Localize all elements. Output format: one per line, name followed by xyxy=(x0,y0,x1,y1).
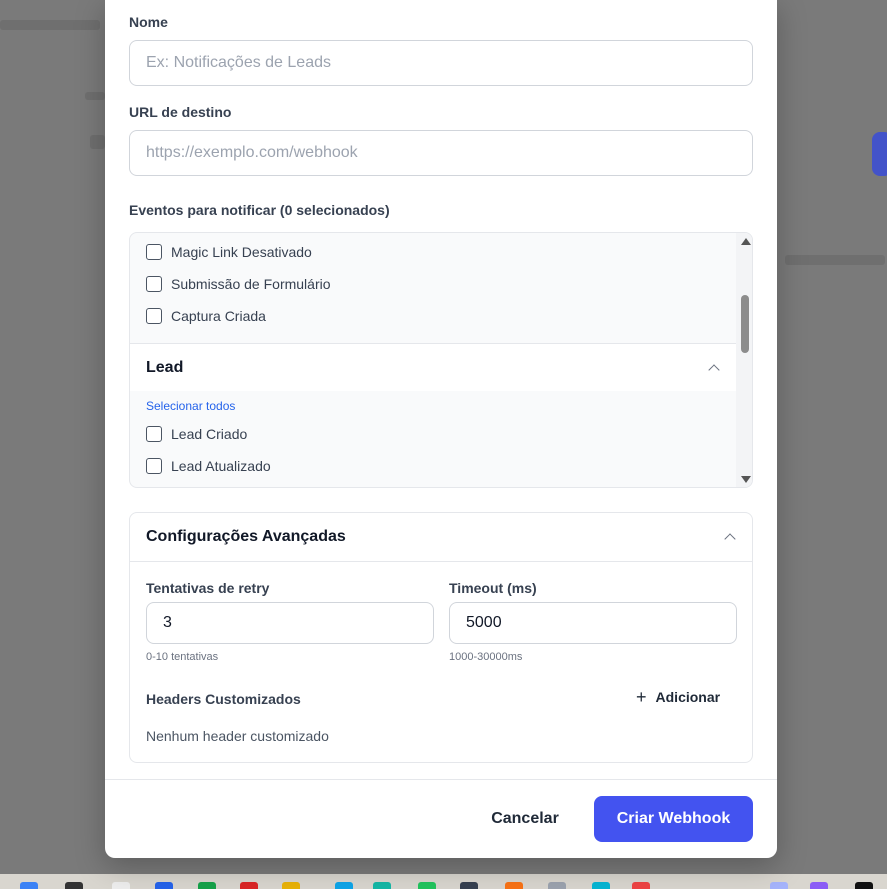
no-headers-text: Nenhum header customizado xyxy=(146,728,329,744)
taskbar-app-icon[interactable] xyxy=(198,882,216,889)
background-text xyxy=(0,20,100,30)
retry-hint: 0-10 tentativas xyxy=(146,651,219,663)
taskbar-app-icon[interactable] xyxy=(155,882,173,889)
headers-label: Headers Customizados xyxy=(146,691,301,707)
event-group-lead-header[interactable]: Lead xyxy=(130,343,737,391)
background-text xyxy=(785,255,885,265)
timeout-hint: 1000-30000ms xyxy=(449,651,523,663)
event-item-lead-criado[interactable]: Lead Criado xyxy=(146,426,247,442)
advanced-settings-header[interactable]: Configurações Avançadas xyxy=(130,513,752,562)
event-label: Lead Criado xyxy=(171,426,248,442)
add-header-label: Adicionar xyxy=(655,689,721,705)
advanced-settings-title: Configurações Avançadas xyxy=(146,528,346,545)
scroll-down-arrow-icon[interactable] xyxy=(741,476,751,483)
taskbar-app-icon[interactable] xyxy=(632,882,650,889)
event-item-captura-criada[interactable]: Captura Criada xyxy=(146,308,266,324)
event-label: Lead Atualizado xyxy=(171,458,271,474)
chevron-up-icon[interactable] xyxy=(724,533,736,545)
event-checkbox[interactable] xyxy=(146,458,162,474)
add-header-button[interactable]: + Adicionar xyxy=(636,687,721,707)
retry-label: Tentativas de retry xyxy=(146,580,270,596)
taskbar-app-icon[interactable] xyxy=(810,882,828,889)
start-icon[interactable] xyxy=(20,882,38,889)
taskbar-app-icon[interactable] xyxy=(460,882,478,889)
url-input[interactable]: https://exemplo.com/webhook xyxy=(129,130,753,176)
taskbar-app-icon[interactable] xyxy=(418,882,436,889)
taskbar-app-icon[interactable] xyxy=(65,882,83,889)
taskbar-app-icon[interactable] xyxy=(112,882,130,889)
create-webhook-button[interactable]: Criar Webhook xyxy=(594,796,753,842)
taskbar-app-icon[interactable] xyxy=(505,882,523,889)
background-text xyxy=(85,92,105,100)
name-label: Nome xyxy=(129,14,168,30)
scrollbar-thumb[interactable] xyxy=(741,295,749,353)
timeout-input[interactable]: 5000 xyxy=(449,602,737,644)
events-list[interactable]: Magic Link Desativado Submissão de Formu… xyxy=(129,232,753,488)
timeout-label: Timeout (ms) xyxy=(449,580,537,596)
advanced-settings-panel: Configurações Avançadas Tentativas de re… xyxy=(129,512,753,763)
background-text xyxy=(90,135,105,149)
event-checkbox[interactable] xyxy=(146,276,162,292)
event-label: Captura Criada xyxy=(171,308,266,324)
taskbar-app-icon[interactable] xyxy=(855,882,873,889)
taskbar-app-icon[interactable] xyxy=(373,882,391,889)
event-checkbox[interactable] xyxy=(146,244,162,260)
event-item-magic-link-desativado[interactable]: Magic Link Desativado xyxy=(146,244,312,260)
taskbar-app-icon[interactable] xyxy=(592,882,610,889)
taskbar-app-icon[interactable] xyxy=(770,882,788,889)
chevron-up-icon[interactable] xyxy=(708,364,720,376)
name-input[interactable]: Ex: Notificações de Leads xyxy=(129,40,753,86)
taskbar-app-icon[interactable] xyxy=(548,882,566,889)
plus-icon: + xyxy=(636,687,647,707)
event-label: Magic Link Desativado xyxy=(171,244,312,260)
taskbar-app-icon[interactable] xyxy=(240,882,258,889)
event-group-title: Lead xyxy=(146,358,184,376)
taskbar xyxy=(0,874,887,889)
taskbar-app-icon[interactable] xyxy=(335,882,353,889)
event-checkbox[interactable] xyxy=(146,426,162,442)
retry-input[interactable]: 3 xyxy=(146,602,434,644)
event-item-submissao-formulario[interactable]: Submissão de Formulário xyxy=(146,276,331,292)
event-item-lead-atualizado[interactable]: Lead Atualizado xyxy=(146,458,271,474)
select-all-lead-link[interactable]: Selecionar todos xyxy=(146,399,235,413)
event-label: Submissão de Formulário xyxy=(171,276,331,292)
background-button xyxy=(872,132,887,176)
footer-divider xyxy=(105,779,777,780)
create-webhook-modal: Nome Ex: Notificações de Leads URL de de… xyxy=(105,0,777,858)
event-checkbox[interactable] xyxy=(146,308,162,324)
cancel-button[interactable]: Cancelar xyxy=(485,796,565,842)
taskbar-app-icon[interactable] xyxy=(282,882,300,889)
events-label: Eventos para notificar (0 selecionados) xyxy=(129,202,390,218)
scroll-up-arrow-icon[interactable] xyxy=(741,238,751,245)
events-scrollbar[interactable] xyxy=(736,233,752,487)
url-label: URL de destino xyxy=(129,104,232,120)
